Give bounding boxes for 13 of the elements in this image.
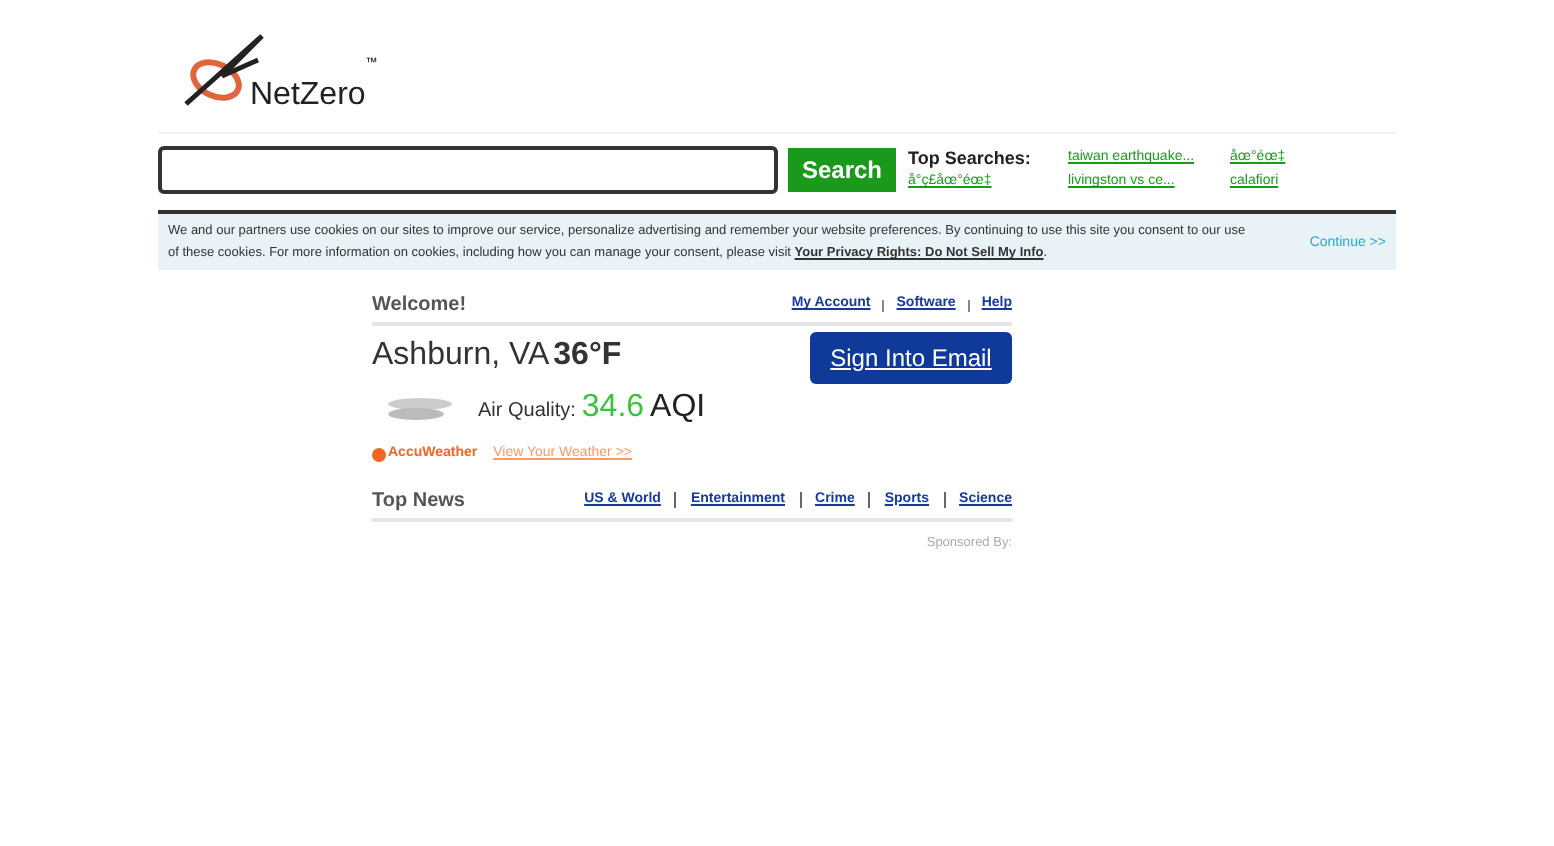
air-quality-label: Air Quality: [478, 398, 576, 426]
top-news-title: Top News [372, 487, 465, 515]
sun-icon [372, 447, 386, 462]
location: Ashburn, VA [372, 336, 550, 376]
temperature: 36°F [553, 336, 622, 376]
sign-in-button[interactable]: Sign Into Email [810, 332, 1012, 384]
air-quality-value: 34.6 [581, 388, 645, 428]
air-quality-unit: AQI [650, 388, 706, 428]
logo-text: NetZero [250, 80, 366, 112]
top-searches-title: Top Searches: [908, 146, 1033, 170]
search-button[interactable]: Search [788, 148, 896, 192]
search-field[interactable] [158, 146, 778, 194]
welcome-title: Welcome! [372, 292, 467, 320]
